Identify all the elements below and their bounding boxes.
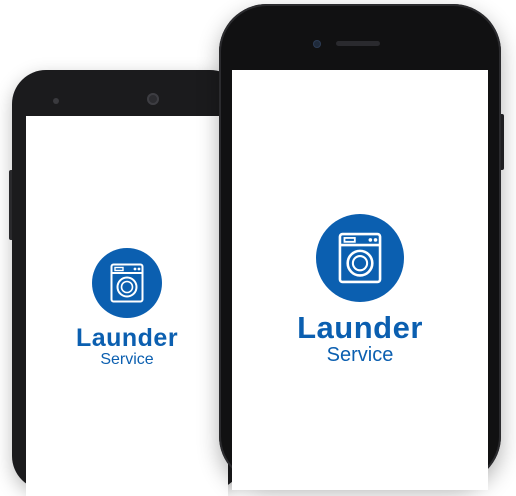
app-tagline: Service <box>326 344 394 366</box>
android-phone-mockup: Launder Service <box>9 70 244 496</box>
android-camera <box>147 93 159 105</box>
iphone-earpiece <box>336 41 380 46</box>
washing-machine-icon <box>316 214 404 302</box>
iphone-splash-logo: Launder Service <box>232 214 488 365</box>
iphone-side-button <box>501 114 504 170</box>
app-tagline: Service <box>100 351 154 368</box>
iphone-screen: Launder Service <box>232 70 488 490</box>
iphone-front-camera <box>313 40 321 48</box>
android-screen: Launder Service <box>26 116 228 496</box>
android-speaker <box>53 98 59 104</box>
android-side-button <box>9 170 12 240</box>
android-splash-logo: Launder Service <box>26 248 228 368</box>
app-name: Launder <box>297 310 423 345</box>
app-name: Launder <box>75 324 179 352</box>
iphone-mockup: Launder Service <box>219 4 504 490</box>
washing-machine-icon <box>92 248 162 318</box>
